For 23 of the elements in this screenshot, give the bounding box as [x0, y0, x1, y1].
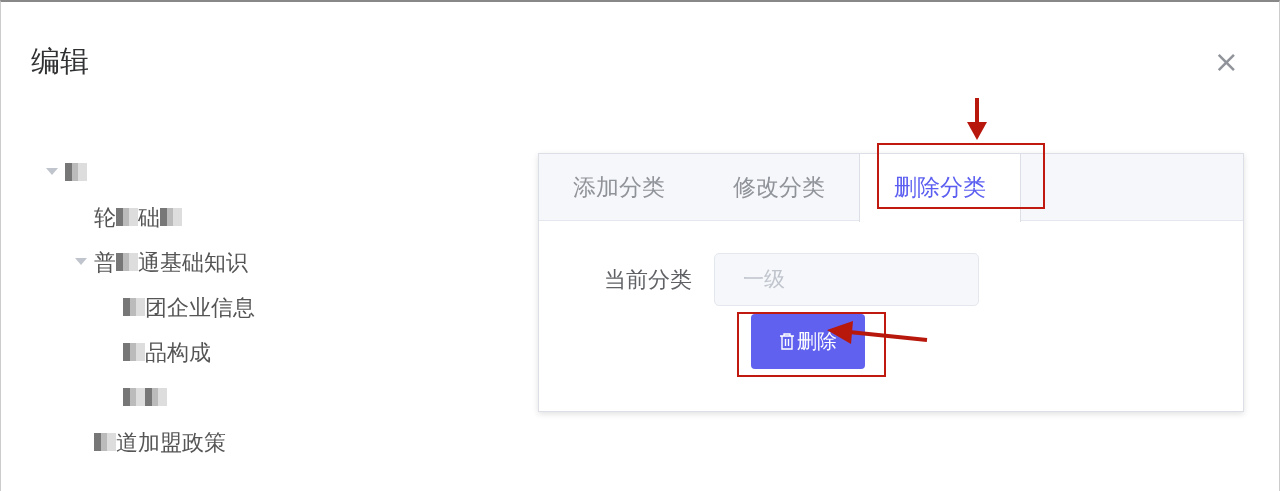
- tree-label[interactable]: 通基础知识: [138, 245, 248, 279]
- tree-label[interactable]: 品构成: [145, 335, 211, 369]
- tree-label[interactable]: 轮: [94, 200, 116, 234]
- redaction-mosaic: [160, 208, 182, 226]
- caret-icon[interactable]: [46, 168, 58, 176]
- tab[interactable]: 删除分类: [859, 153, 1021, 222]
- redaction-mosaic: [123, 388, 145, 406]
- delete-button[interactable]: 删除: [751, 313, 865, 369]
- redaction-mosaic: [65, 163, 87, 181]
- tree-label[interactable]: 础: [138, 200, 160, 234]
- redaction-mosaic: [94, 433, 116, 451]
- field-label: 当前分类: [603, 265, 693, 294]
- redaction-mosaic: [145, 388, 167, 406]
- trash-icon: [779, 332, 795, 350]
- tree-label[interactable]: 团企业信息: [145, 290, 255, 324]
- redaction-mosaic: [116, 253, 138, 271]
- redaction-mosaic: [123, 298, 145, 316]
- caret-icon[interactable]: [75, 258, 87, 266]
- dialog-title: 编辑: [31, 43, 89, 80]
- redaction-mosaic: [123, 343, 145, 361]
- tree-label[interactable]: 普: [94, 245, 116, 279]
- tree-label[interactable]: 道加盟政策: [116, 425, 226, 459]
- redaction-mosaic: [116, 208, 138, 226]
